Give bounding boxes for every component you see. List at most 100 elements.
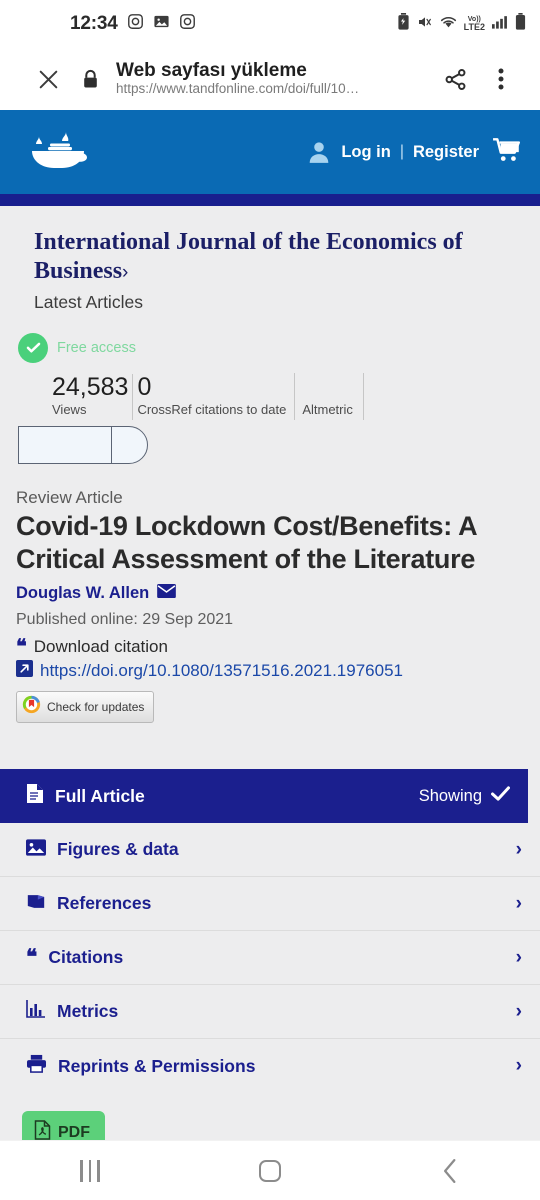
quote-icon: ❝ <box>26 946 38 970</box>
battery-saver-icon <box>397 13 410 35</box>
book-icon <box>26 893 46 915</box>
external-link-icon <box>16 660 33 682</box>
chevron-right-icon: › <box>122 261 129 283</box>
shopping-cart-icon <box>493 137 520 161</box>
status-bar-left: 12:34 <box>70 13 196 35</box>
journal-title-link[interactable]: International Journal of the Economics o… <box>34 228 518 286</box>
status-bar-right: Vo)) LTE2 <box>397 13 526 35</box>
chevron-right-icon: › <box>515 892 522 914</box>
tab-references-label: References <box>57 893 152 914</box>
tab-citations[interactable]: ❝ Citations › <box>0 931 540 986</box>
share-icon <box>445 68 465 90</box>
back-button[interactable] <box>405 1158 495 1184</box>
crossref-label: CrossRef citations to date <box>137 402 287 418</box>
metric-crossref: 0 CrossRef citations to date <box>132 374 294 420</box>
tab-full-article-left: Full Article <box>26 783 145 809</box>
views-value: 24,583 <box>52 372 129 401</box>
crossmark-icon <box>22 695 41 719</box>
taylor-francis-lamp-logo[interactable] <box>22 128 94 177</box>
journal-subsection[interactable]: Latest Articles <box>34 292 518 313</box>
register-link[interactable]: Register <box>413 143 479 162</box>
quote-icon: ❝ <box>16 636 27 659</box>
back-icon <box>443 1158 456 1183</box>
address-bar[interactable]: Web sayfası yükleme https://www.tandfonl… <box>112 60 432 98</box>
tab-figures-left: Figures & data <box>26 839 179 861</box>
page-content: International Journal of the Economics o… <box>0 206 540 1191</box>
login-link[interactable]: Log in <box>341 143 390 162</box>
doi-text: https://doi.org/10.1080/13571516.2021.19… <box>40 661 403 681</box>
status-time: 12:34 <box>70 13 118 34</box>
recents-icon <box>80 1159 100 1182</box>
chevron-right-icon: › <box>515 838 522 860</box>
free-access-label: Free access <box>57 339 136 356</box>
close-button[interactable] <box>28 67 68 92</box>
download-citation-link[interactable]: ❝ Download citation <box>16 637 524 657</box>
home-icon <box>259 1159 281 1182</box>
site-header: Log in | Register <box>0 110 540 194</box>
crossmark-badge[interactable]: Check for updates <box>16 691 155 724</box>
published-date: Published online: 29 Sep 2021 <box>16 611 234 629</box>
tab-showing-status: Showing <box>419 786 510 806</box>
cart-button[interactable] <box>492 137 522 168</box>
site-security-button[interactable] <box>68 69 112 90</box>
lock-icon <box>83 69 97 88</box>
metrics-section: Free access 24,583 Views 0 CrossRef cita… <box>0 332 540 474</box>
share-button[interactable] <box>432 67 478 92</box>
article-tab-list: Full Article Showing Figures & data › Re… <box>0 769 540 1094</box>
instagram-icon <box>179 13 196 35</box>
wifi-icon <box>440 15 457 34</box>
more-vertical-icon <box>498 68 504 90</box>
chevron-right-icon: › <box>515 1055 522 1077</box>
tab-figures-label: Figures & data <box>57 839 179 860</box>
free-access-badge: Free access <box>0 332 540 370</box>
metric-views: 24,583 Views <box>52 374 132 420</box>
metric-bar-divider <box>111 426 113 463</box>
metric-bar-wrap <box>0 420 540 464</box>
tab-citations-left: ❝ Citations <box>26 947 123 968</box>
metric-altmetric: Altmetric <box>294 373 364 420</box>
tab-full-article-label: Full Article <box>55 785 145 806</box>
author-name-link[interactable]: Douglas W. Allen <box>16 584 149 603</box>
bar-chart-icon <box>26 1000 46 1023</box>
crossref-value: 0 <box>137 372 152 401</box>
tab-metrics-label: Metrics <box>57 1001 119 1022</box>
journal-breadcrumb: International Journal of the Economics o… <box>0 206 540 333</box>
volte-lte2-icon: Vo)) LTE2 <box>464 16 485 32</box>
document-icon <box>26 783 44 809</box>
tab-metrics[interactable]: Metrics › <box>0 985 540 1040</box>
chevron-right-icon: › <box>515 946 522 968</box>
android-navigation-bar <box>0 1140 540 1200</box>
journal-title-text: International Journal of the Economics o… <box>34 229 463 284</box>
network-type-label: LTE2 <box>463 22 485 32</box>
article-type: Review Article <box>16 487 123 507</box>
tab-citations-label: Citations <box>48 947 124 968</box>
signal-bars-icon <box>492 14 508 34</box>
recents-button[interactable] <box>45 1159 135 1182</box>
page-title: Web sayfası yükleme <box>116 59 307 81</box>
browser-menu-button[interactable] <box>478 67 524 91</box>
metric-progress-bar <box>18 425 148 464</box>
tab-full-article[interactable]: Full Article Showing <box>0 769 528 824</box>
envelope-icon[interactable] <box>157 584 177 603</box>
header-accent-strip <box>0 194 540 206</box>
check-icon <box>491 786 510 806</box>
account-links[interactable]: Log in | Register <box>306 139 479 165</box>
tab-figures-and-data[interactable]: Figures & data › <box>0 823 540 878</box>
user-avatar-icon <box>310 142 329 163</box>
tab-references[interactable]: References › <box>0 877 540 932</box>
gallery-icon <box>153 13 170 35</box>
tab-references-left: References <box>26 893 151 915</box>
browser-chrome: Web sayfası yükleme https://www.tandfonl… <box>0 48 540 110</box>
doi-link[interactable]: https://doi.org/10.1080/13571516.2021.19… <box>16 660 524 682</box>
article-title: Covid-19 Lockdown Cost/Benefits: A Criti… <box>16 510 477 574</box>
link-separator: | <box>399 143 404 160</box>
tab-reprints-label: Reprints & Permissions <box>58 1055 256 1076</box>
crossmark-label: Check for updates <box>47 700 145 715</box>
home-button[interactable] <box>225 1159 315 1182</box>
instagram-icon <box>127 13 144 35</box>
tab-reprints-left: Reprints & Permissions <box>26 1054 255 1078</box>
vibrate-mute-icon <box>417 14 433 35</box>
tab-reprints-and-permissions[interactable]: Reprints & Permissions › <box>0 1039 540 1094</box>
status-bar: 12:34 Vo)) LTE2 <box>0 0 540 48</box>
tab-metrics-left: Metrics <box>26 1000 118 1023</box>
